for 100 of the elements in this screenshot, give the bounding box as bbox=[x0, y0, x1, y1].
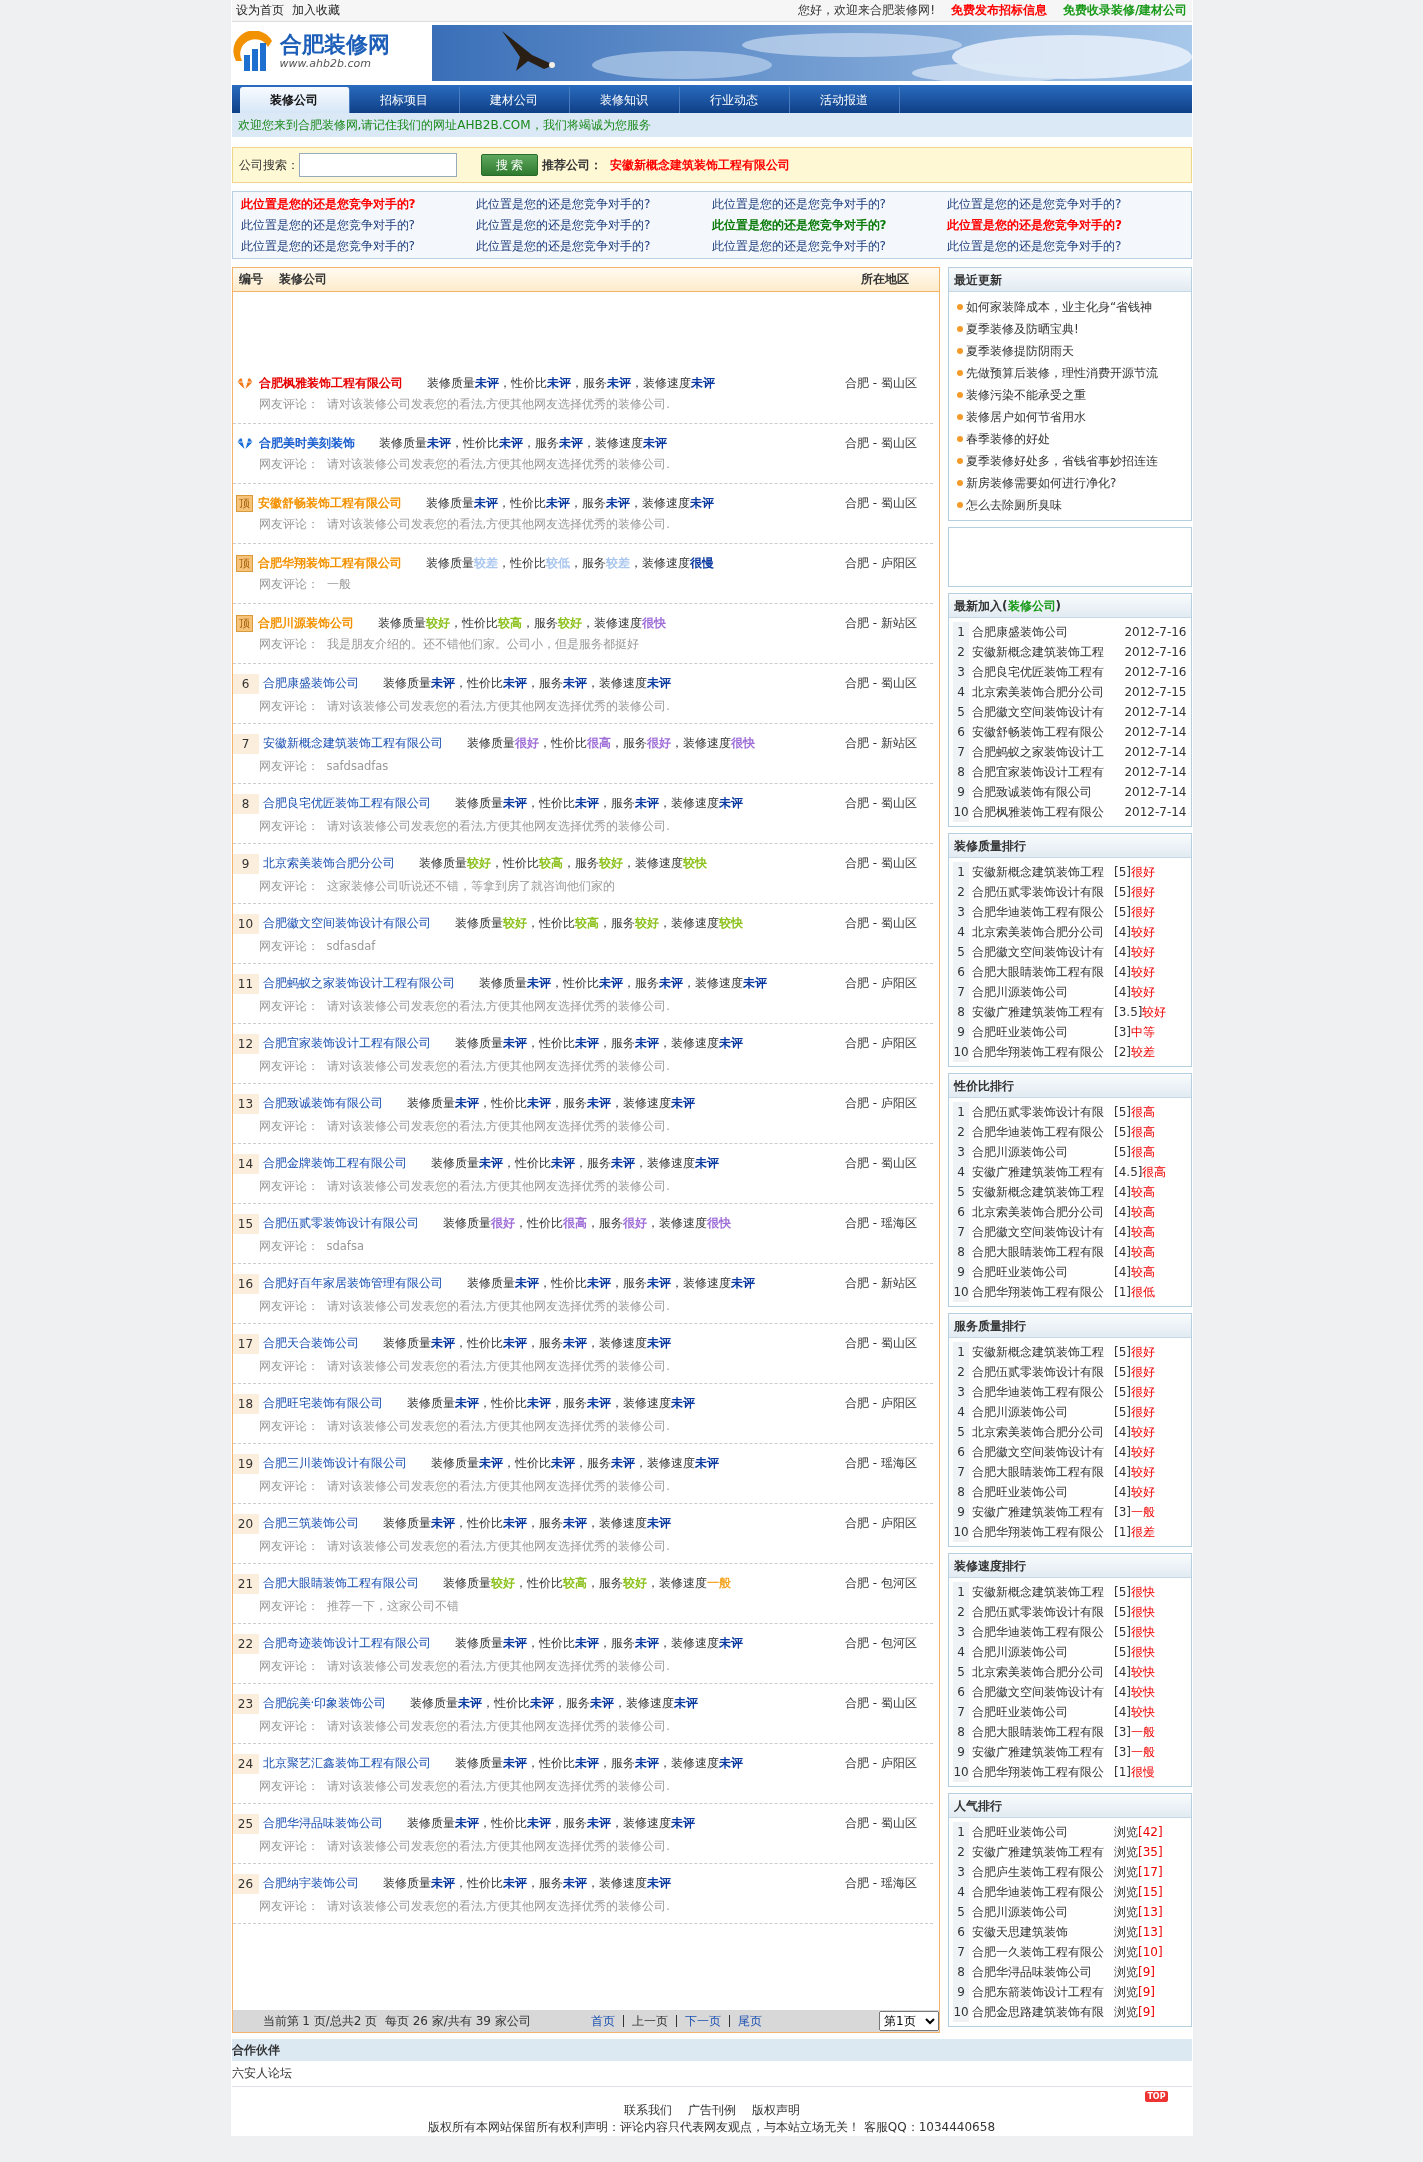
company-link[interactable]: 合肥康盛装饰公司 bbox=[262, 675, 359, 693]
company-link[interactable]: 安徽新概念建筑装饰工程 bbox=[972, 1342, 1110, 1363]
company-link[interactable]: 合肥纳宇装饰公司 bbox=[262, 1875, 359, 1893]
company-link[interactable]: 合肥康盛装饰公司 bbox=[972, 622, 1110, 643]
company-link[interactable]: 合肥华浔品味装饰公司 bbox=[262, 1815, 383, 1833]
ad-link[interactable]: 此位置是您的还是您竞争对手的? bbox=[240, 197, 416, 211]
ad-link[interactable]: 此位置是您的还是您竞争对手的? bbox=[240, 217, 415, 232]
company-link[interactable]: 合肥蚂蚁之家装饰设计工程有限公司 bbox=[262, 975, 455, 993]
company-link[interactable]: 合肥川源装饰公司 bbox=[972, 1402, 1110, 1423]
company-link[interactable]: 合肥三川装饰设计有限公司 bbox=[262, 1455, 407, 1473]
company-link[interactable]: 合肥致诚装饰有限公司 bbox=[262, 1095, 383, 1113]
company-link[interactable]: 合肥华迪装饰工程有限公 bbox=[972, 1622, 1110, 1643]
footer-link[interactable]: 版权声明 bbox=[751, 2102, 800, 2120]
company-link[interactable]: 北京索美装饰合肥分公司 bbox=[972, 1202, 1110, 1223]
top-link[interactable]: 设为首页 bbox=[235, 2, 284, 19]
company-link[interactable]: 合肥徽文空间装饰设计有 bbox=[972, 702, 1110, 723]
footer-link[interactable]: 广告刊例 bbox=[687, 2102, 736, 2120]
company-link[interactable]: 合肥大眼睛装饰工程有限 bbox=[972, 1242, 1110, 1263]
company-link[interactable]: 安徽广雅建筑装饰工程有 bbox=[972, 1002, 1110, 1023]
company-link[interactable]: 安徽新概念建筑装饰工程 bbox=[972, 642, 1110, 663]
search-field[interactable] bbox=[298, 153, 457, 177]
company-link[interactable]: 合肥徽文空间装饰设计有限公司 bbox=[262, 915, 431, 933]
company-link[interactable]: 合肥华迪装饰工程有限公 bbox=[972, 1382, 1110, 1403]
company-link[interactable]: 合肥伍贰零装饰设计有限 bbox=[972, 882, 1110, 903]
news-link[interactable]: 夏季装修好处多，省钱省事妙招连连 bbox=[966, 450, 1158, 473]
company-link[interactable]: 合肥良宅优匠装饰工程有限公司 bbox=[262, 795, 431, 813]
company-link[interactable]: 合肥徽文空间装饰设计有 bbox=[972, 1222, 1110, 1243]
company-link[interactable]: 合肥旺业装饰公司 bbox=[972, 1702, 1110, 1723]
company-link[interactable]: 北京索美装饰合肥分公司 bbox=[972, 682, 1110, 703]
news-link[interactable]: 装修居户如何节省用水 bbox=[966, 406, 1086, 429]
company-link[interactable]: 北京索美装饰合肥分公司 bbox=[972, 1422, 1110, 1443]
company-link[interactable]: 合肥伍贰零装饰设计有限 bbox=[972, 1602, 1110, 1623]
company-link[interactable]: 合肥枫雅装饰工程有限公司 bbox=[258, 375, 403, 393]
news-link[interactable]: 先做预算后装修，理性消费开源节流 bbox=[966, 362, 1158, 385]
company-link[interactable]: 合肥金牌装饰工程有限公司 bbox=[262, 1155, 407, 1173]
ad-link[interactable]: 此位置是您的还是您竞争对手的? bbox=[711, 238, 886, 253]
company-link[interactable]: 合肥美时美刻装饰 bbox=[258, 435, 355, 453]
company-link[interactable]: 合肥伍贰零装饰设计有限公司 bbox=[262, 1215, 419, 1233]
company-link[interactable]: 合肥金思路建筑装饰有限 bbox=[972, 2002, 1110, 2023]
company-link[interactable]: 合肥旺业装饰公司 bbox=[972, 1262, 1110, 1283]
company-link[interactable]: 合肥皖美·印象装饰公司 bbox=[262, 1695, 387, 1713]
ad-link[interactable]: 此位置是您的还是您竞争对手的? bbox=[947, 217, 1122, 232]
company-link[interactable]: 北京索美装饰合肥分公司 bbox=[262, 855, 395, 873]
back-to-top-button[interactable]: TOP bbox=[1145, 2091, 1168, 2103]
nav-tab[interactable]: 装修公司 bbox=[239, 87, 350, 113]
company-link[interactable]: 合肥天合装饰公司 bbox=[262, 1335, 359, 1353]
recommend-link[interactable]: 安徽新概念建筑装饰工程有限公司 bbox=[610, 156, 791, 174]
company-link[interactable]: 合肥东箭装饰设计工程有 bbox=[972, 1982, 1110, 2003]
pager-link[interactable]: 尾页 bbox=[737, 2013, 762, 2030]
company-link[interactable]: 合肥旺业装饰公司 bbox=[972, 1022, 1110, 1043]
company-link[interactable]: 合肥奇迹装饰设计工程有限公司 bbox=[262, 1635, 431, 1653]
company-link[interactable]: 合肥枫雅装饰工程有限公 bbox=[972, 802, 1110, 823]
footer-link[interactable]: 联系我们 bbox=[623, 2102, 672, 2120]
company-link[interactable]: 安徽广雅建筑装饰工程有 bbox=[972, 1742, 1110, 1763]
company-link[interactable]: 合肥大眼睛装饰工程有限 bbox=[972, 1722, 1110, 1743]
ad-link[interactable]: 此位置是您的还是您竞争对手的? bbox=[711, 217, 887, 232]
news-link[interactable]: 新房装修需要如何进行净化? bbox=[966, 472, 1117, 495]
partner-link[interactable]: 六安人论坛 bbox=[231, 2066, 292, 2081]
company-link[interactable]: 安徽新概念建筑装饰工程 bbox=[972, 1182, 1110, 1203]
company-link[interactable]: 合肥川源装饰公司 bbox=[972, 982, 1110, 1003]
company-link[interactable]: 安徽天思建筑装饰 bbox=[972, 1922, 1110, 1943]
pager-link[interactable]: 首页 bbox=[590, 2013, 615, 2030]
company-link[interactable]: 安徽新概念建筑装饰工程 bbox=[972, 862, 1110, 883]
company-link[interactable]: 合肥徽文空间装饰设计有 bbox=[972, 942, 1110, 963]
company-link[interactable]: 安徽新概念建筑装饰工程 bbox=[972, 1582, 1110, 1603]
company-link[interactable]: 合肥川源装饰公司 bbox=[972, 1142, 1110, 1163]
company-link[interactable]: 合肥徽文空间装饰设计有 bbox=[972, 1682, 1110, 1703]
company-link[interactable]: 合肥致诚装饰有限公司 bbox=[972, 782, 1110, 803]
company-link[interactable]: 安徽广雅建筑装饰工程有 bbox=[972, 1502, 1110, 1523]
company-link[interactable]: 合肥旺业装饰公司 bbox=[972, 1822, 1110, 1843]
page-select[interactable]: 第1页 bbox=[879, 2011, 939, 2032]
company-link[interactable]: 合肥华翔装饰工程有限公 bbox=[972, 1042, 1110, 1063]
top-link[interactable]: 免费发布招标信息 bbox=[951, 2, 1048, 19]
news-link[interactable]: 怎么去除厕所臭味 bbox=[966, 494, 1062, 517]
company-link[interactable]: 合肥良宅优匠装饰工程有 bbox=[972, 662, 1110, 683]
company-link[interactable]: 合肥华翔装饰工程有限公 bbox=[972, 1762, 1110, 1783]
ad-link[interactable]: 此位置是您的还是您竞争对手的? bbox=[947, 197, 1122, 211]
pager-link[interactable]: 下一页 bbox=[684, 2013, 721, 2030]
company-link[interactable]: 合肥川源装饰公司 bbox=[972, 1902, 1110, 1923]
company-link[interactable]: 合肥华翔装饰工程有限公 bbox=[972, 1282, 1110, 1303]
company-link[interactable]: 合肥旺业装饰公司 bbox=[972, 1482, 1110, 1503]
company-link[interactable]: 合肥蚂蚁之家装饰设计工 bbox=[972, 742, 1110, 763]
company-link[interactable]: 北京聚艺汇鑫装饰工程有限公司 bbox=[262, 1755, 431, 1773]
ad-link[interactable]: 此位置是您的还是您竞争对手的? bbox=[711, 197, 886, 211]
ad-link[interactable]: 此位置是您的还是您竞争对手的? bbox=[947, 238, 1122, 253]
company-link[interactable]: 合肥华迪装饰工程有限公 bbox=[972, 902, 1110, 923]
company-link[interactable]: 合肥徽文空间装饰设计有 bbox=[972, 1442, 1110, 1463]
news-link[interactable]: 春季装修的好处 bbox=[966, 428, 1050, 451]
company-link[interactable]: 合肥华浔品味装饰公司 bbox=[972, 1962, 1110, 1983]
news-link[interactable]: 夏季装修提防阴雨天 bbox=[966, 340, 1074, 363]
company-link[interactable]: 合肥川源装饰公司 bbox=[972, 1642, 1110, 1663]
ad-link[interactable]: 此位置是您的还是您竞争对手的? bbox=[476, 238, 651, 253]
company-link[interactable]: 合肥庐生装饰工程有限公 bbox=[972, 1862, 1110, 1883]
company-link[interactable]: 合肥旺宅装饰有限公司 bbox=[262, 1395, 383, 1413]
company-link[interactable]: 合肥宜家装饰设计工程有限公司 bbox=[262, 1035, 431, 1053]
company-link[interactable]: 合肥宜家装饰设计工程有 bbox=[972, 762, 1110, 783]
ad-link[interactable]: 此位置是您的还是您竞争对手的? bbox=[240, 238, 415, 253]
company-link[interactable]: 北京索美装饰合肥分公司 bbox=[972, 922, 1110, 943]
search-button[interactable]: 搜 索 bbox=[480, 154, 539, 176]
company-link[interactable]: 合肥伍贰零装饰设计有限 bbox=[972, 1102, 1110, 1123]
